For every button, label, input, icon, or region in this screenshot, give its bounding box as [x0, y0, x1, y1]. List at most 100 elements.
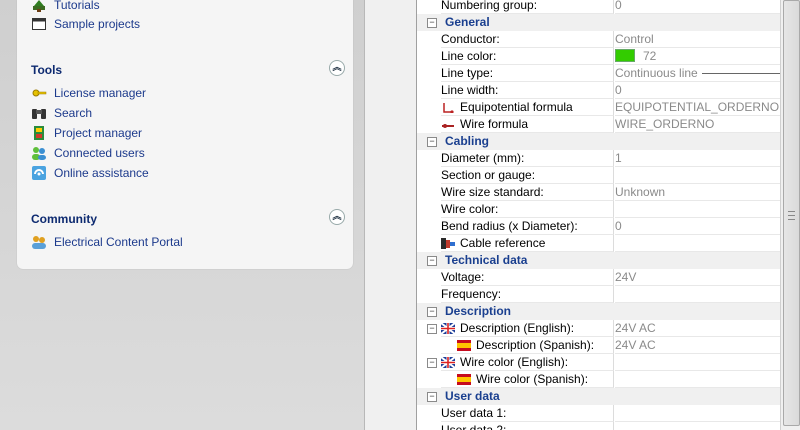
project-manager-link[interactable]: Project manager [31, 124, 142, 142]
tutorials-link[interactable]: Tutorials [31, 0, 100, 14]
description-spanish-name: Description (Spanish): [476, 338, 595, 352]
line-width-name: Line width: [441, 82, 614, 99]
numbering-group-value[interactable]: 0 [615, 0, 780, 14]
row-diameter[interactable]: Diameter (mm): 1 [417, 150, 780, 167]
wire-color-spanish-name: Wire color (Spanish): [476, 372, 589, 386]
row-wire-color-spanish[interactable]: Wire color (Spanish): [417, 371, 780, 388]
scrollbar-thumb[interactable] [783, 0, 800, 426]
line-color-name: Line color: [441, 48, 614, 65]
bend-radius-value[interactable]: 0 [615, 218, 780, 235]
row-numbering-group[interactable]: Numbering group: 0 [417, 0, 780, 14]
online-assistance-icon [31, 165, 47, 181]
equipotential-formula-value[interactable]: EQUIPOTENTIAL_ORDERNO [615, 99, 780, 116]
spain-flag-icon [457, 340, 471, 351]
license-manager-link[interactable]: License manager [31, 84, 146, 102]
wire-color-english-collapse-toggle[interactable]: − [427, 358, 437, 368]
license-manager-label: License manager [54, 86, 147, 100]
equipotential-formula-name: Equipotential formula [460, 100, 573, 114]
line-color-swatch [615, 49, 635, 62]
wire-color-value[interactable] [615, 201, 780, 218]
user-data-collapse-toggle[interactable]: − [427, 392, 437, 402]
start-panel: Tutorials Sample projects Tools ︽ Licens… [17, 0, 353, 269]
category-cabling[interactable]: − Cabling [417, 133, 780, 150]
project-manager-label: Project manager [54, 126, 143, 140]
sample-projects-link[interactable]: Sample projects [31, 15, 140, 33]
voltage-name: Voltage: [441, 269, 614, 286]
row-wire-color[interactable]: Wire color: [417, 201, 780, 218]
key-icon [31, 85, 47, 101]
wire-size-standard-value[interactable]: Unknown [615, 184, 780, 201]
description-collapse-toggle[interactable]: − [427, 307, 437, 317]
user-data-2-value[interactable] [615, 422, 780, 430]
description-english-value[interactable]: 24V AC [615, 320, 780, 337]
vertical-scrollbar[interactable] [780, 0, 800, 430]
row-cable-reference[interactable]: Cable reference [417, 235, 780, 252]
search-link[interactable]: Search [31, 104, 92, 122]
cabling-title: Cabling [445, 134, 489, 148]
uk-flag-icon [441, 323, 455, 334]
line-width-value[interactable]: 0 [615, 82, 780, 99]
row-user-data-1[interactable]: User data 1: [417, 405, 780, 422]
row-equipotential-formula[interactable]: Equipotential formula EQUIPOTENTIAL_ORDE… [417, 99, 780, 116]
row-line-width[interactable]: Line width: 0 [417, 82, 780, 99]
row-section-gauge[interactable]: Section or gauge: [417, 167, 780, 184]
description-english-collapse-toggle[interactable]: − [427, 324, 437, 334]
row-user-data-2[interactable]: User data 2: [417, 422, 780, 430]
category-description[interactable]: − Description [417, 303, 780, 320]
conductor-value[interactable]: Control [615, 31, 780, 48]
line-type-value: Continuous line [615, 66, 698, 80]
row-wire-size-standard[interactable]: Wire size standard: Unknown [417, 184, 780, 201]
tutorials-label: Tutorials [54, 0, 100, 12]
binoculars-icon [31, 105, 47, 121]
equipotential-formula-icon [443, 103, 454, 113]
tutorials-icon [31, 0, 47, 13]
line-type-value-cell[interactable]: Continuous line [615, 65, 780, 82]
row-voltage[interactable]: Voltage: 24V [417, 269, 780, 286]
connected-users-label: Connected users [54, 146, 145, 160]
row-wire-formula[interactable]: Wire formula WIRE_ORDERNO [417, 116, 780, 133]
line-color-value-cell[interactable]: 72 [615, 48, 780, 65]
uk-flag-icon [441, 357, 455, 368]
cable-reference-value[interactable] [615, 235, 780, 252]
row-line-type[interactable]: Line type: Continuous line [417, 65, 780, 82]
wire-color-spanish-value[interactable] [615, 371, 780, 388]
electrical-content-portal-link[interactable]: Electrical Content Portal [31, 233, 183, 251]
row-bend-radius[interactable]: Bend radius (x Diameter): 0 [417, 218, 780, 235]
row-conductor[interactable]: Conductor: Control [417, 31, 780, 48]
connected-users-link[interactable]: Connected users [31, 144, 145, 162]
wire-color-name: Wire color: [441, 201, 614, 218]
conductor-name: Conductor: [441, 31, 614, 48]
category-user-data[interactable]: − User data [417, 388, 780, 405]
row-description-spanish[interactable]: Description (Spanish): 24V AC [417, 337, 780, 354]
wire-color-english-value[interactable] [615, 354, 780, 371]
content-portal-icon [31, 234, 47, 250]
start-page-pane: Tutorials Sample projects Tools ︽ Licens… [0, 0, 365, 430]
voltage-value[interactable]: 24V [615, 269, 780, 286]
cabling-collapse-toggle[interactable]: − [427, 137, 437, 147]
description-spanish-value[interactable]: 24V AC [615, 337, 780, 354]
online-assistance-link[interactable]: Online assistance [31, 164, 149, 182]
row-description-english[interactable]: − Description (English): 24V AC [417, 320, 780, 337]
category-general[interactable]: − General [417, 14, 780, 31]
pane-gap [365, 0, 416, 430]
diameter-value[interactable]: 1 [615, 150, 780, 167]
frequency-name: Frequency: [441, 286, 614, 303]
search-label: Search [54, 106, 93, 120]
row-frequency[interactable]: Frequency: [417, 286, 780, 303]
user-data-1-value[interactable] [615, 405, 780, 422]
section-gauge-value[interactable] [615, 167, 780, 184]
user-data-title: User data [445, 389, 500, 403]
row-line-color[interactable]: Line color: 72 [417, 48, 780, 65]
wire-formula-name-cell: Wire formula [441, 116, 614, 133]
wire-color-english-name: Wire color (English): [460, 355, 569, 369]
community-collapse-button[interactable]: ︽ [329, 209, 345, 225]
wire-formula-value[interactable]: WIRE_ORDERNO [615, 116, 780, 133]
sample-projects-label: Sample projects [54, 17, 141, 31]
tools-collapse-button[interactable]: ︽ [329, 60, 345, 76]
row-wire-color-english[interactable]: − Wire color (English): [417, 354, 780, 371]
technical-data-collapse-toggle[interactable]: − [427, 256, 437, 266]
frequency-value[interactable] [615, 286, 780, 303]
user-data-1-name: User data 1: [441, 405, 614, 422]
category-technical-data[interactable]: − Technical data [417, 252, 780, 269]
general-collapse-toggle[interactable]: − [427, 18, 437, 28]
